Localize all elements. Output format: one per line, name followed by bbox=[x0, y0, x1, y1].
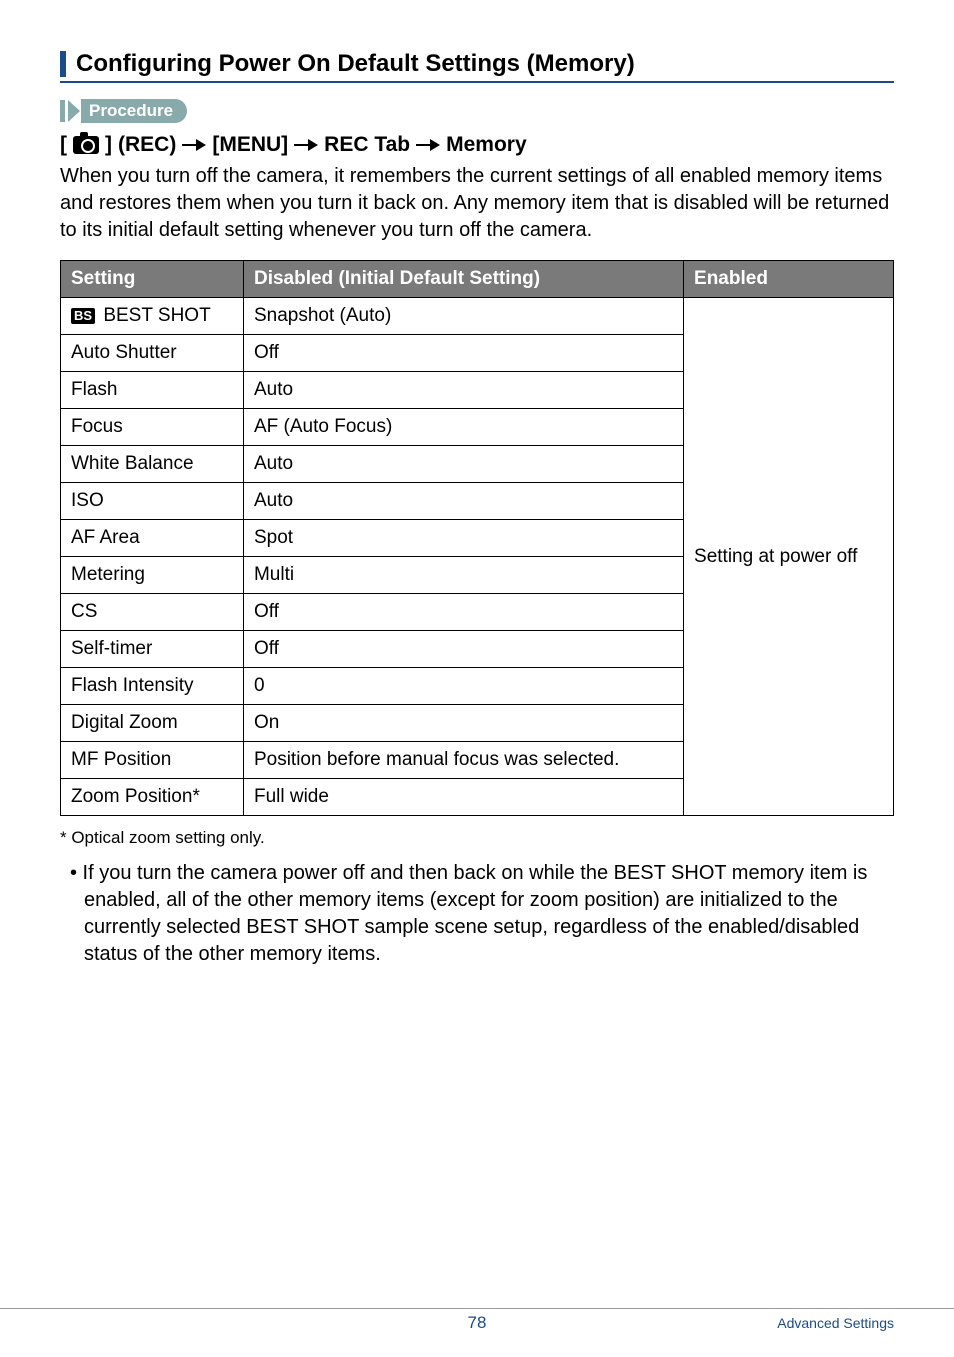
arrow-right-icon bbox=[182, 139, 206, 151]
breadcrumb-bracket: ] bbox=[105, 133, 112, 157]
procedure-lead-triangle bbox=[68, 100, 80, 122]
cell-setting: Self-timer bbox=[61, 631, 244, 668]
cell-setting: White Balance bbox=[61, 446, 244, 483]
settings-table: Setting Disabled (Initial Default Settin… bbox=[60, 260, 894, 816]
cell-setting: Zoom Position* bbox=[61, 779, 244, 816]
cell-disabled: On bbox=[243, 705, 683, 742]
cell-setting: MF Position bbox=[61, 742, 244, 779]
bullet-note: • If you turn the camera power off and t… bbox=[60, 860, 894, 968]
intro-paragraph: When you turn off the camera, it remembe… bbox=[60, 163, 894, 244]
breadcrumb-bracket: [ bbox=[60, 133, 67, 157]
table-row: BS BEST SHOT Snapshot (Auto) Setting at … bbox=[61, 298, 894, 335]
cell-disabled: Full wide bbox=[243, 779, 683, 816]
cell-disabled: 0 bbox=[243, 668, 683, 705]
cell-disabled: Multi bbox=[243, 557, 683, 594]
breadcrumb: [ ] (REC) [MENU] REC Tab Memory bbox=[60, 133, 894, 157]
cell-setting: Flash Intensity bbox=[61, 668, 244, 705]
cell-disabled: Position before manual focus was selecte… bbox=[243, 742, 683, 779]
heading-accent-bar bbox=[60, 51, 66, 77]
cell-disabled: Off bbox=[243, 631, 683, 668]
cell-disabled: Off bbox=[243, 594, 683, 631]
cell-setting: ISO bbox=[61, 483, 244, 520]
breadcrumb-memory: Memory bbox=[446, 133, 527, 157]
col-header-enabled: Enabled bbox=[684, 261, 894, 298]
cell-setting: Digital Zoom bbox=[61, 705, 244, 742]
cell-enabled: Setting at power off bbox=[684, 298, 894, 816]
cell-setting: BS BEST SHOT bbox=[61, 298, 244, 335]
footnote: * Optical zoom setting only. bbox=[60, 828, 894, 848]
breadcrumb-tab: REC Tab bbox=[324, 133, 410, 157]
col-header-disabled: Disabled (Initial Default Setting) bbox=[243, 261, 683, 298]
cell-disabled: Off bbox=[243, 335, 683, 372]
cell-disabled: Auto bbox=[243, 372, 683, 409]
camera-icon bbox=[73, 136, 99, 154]
cell-setting: Focus bbox=[61, 409, 244, 446]
cell-disabled: Snapshot (Auto) bbox=[243, 298, 683, 335]
col-header-setting: Setting bbox=[61, 261, 244, 298]
arrow-right-icon bbox=[294, 139, 318, 151]
cell-setting: CS bbox=[61, 594, 244, 631]
cell-setting: Metering bbox=[61, 557, 244, 594]
bs-icon: BS bbox=[71, 308, 95, 324]
section-heading: Configuring Power On Default Settings (M… bbox=[60, 50, 894, 83]
arrow-right-icon bbox=[416, 139, 440, 151]
page-footer: 78 Advanced Settings bbox=[0, 1308, 954, 1331]
cell-disabled: AF (Auto Focus) bbox=[243, 409, 683, 446]
cell-disabled: Spot bbox=[243, 520, 683, 557]
heading-text: Configuring Power On Default Settings (M… bbox=[76, 50, 635, 78]
breadcrumb-menu: [MENU] bbox=[212, 133, 288, 157]
footer-section-label: Advanced Settings bbox=[777, 1315, 894, 1331]
cell-setting: Auto Shutter bbox=[61, 335, 244, 372]
procedure-pipe bbox=[60, 100, 65, 122]
cell-setting-text: BEST SHOT bbox=[98, 305, 211, 326]
procedure-tag: Procedure bbox=[60, 99, 894, 123]
page-number: 78 bbox=[468, 1313, 487, 1333]
cell-disabled: Auto bbox=[243, 446, 683, 483]
cell-setting: AF Area bbox=[61, 520, 244, 557]
cell-disabled: Auto bbox=[243, 483, 683, 520]
procedure-label: Procedure bbox=[81, 99, 187, 123]
cell-setting: Flash bbox=[61, 372, 244, 409]
breadcrumb-rec: (REC) bbox=[118, 133, 176, 157]
